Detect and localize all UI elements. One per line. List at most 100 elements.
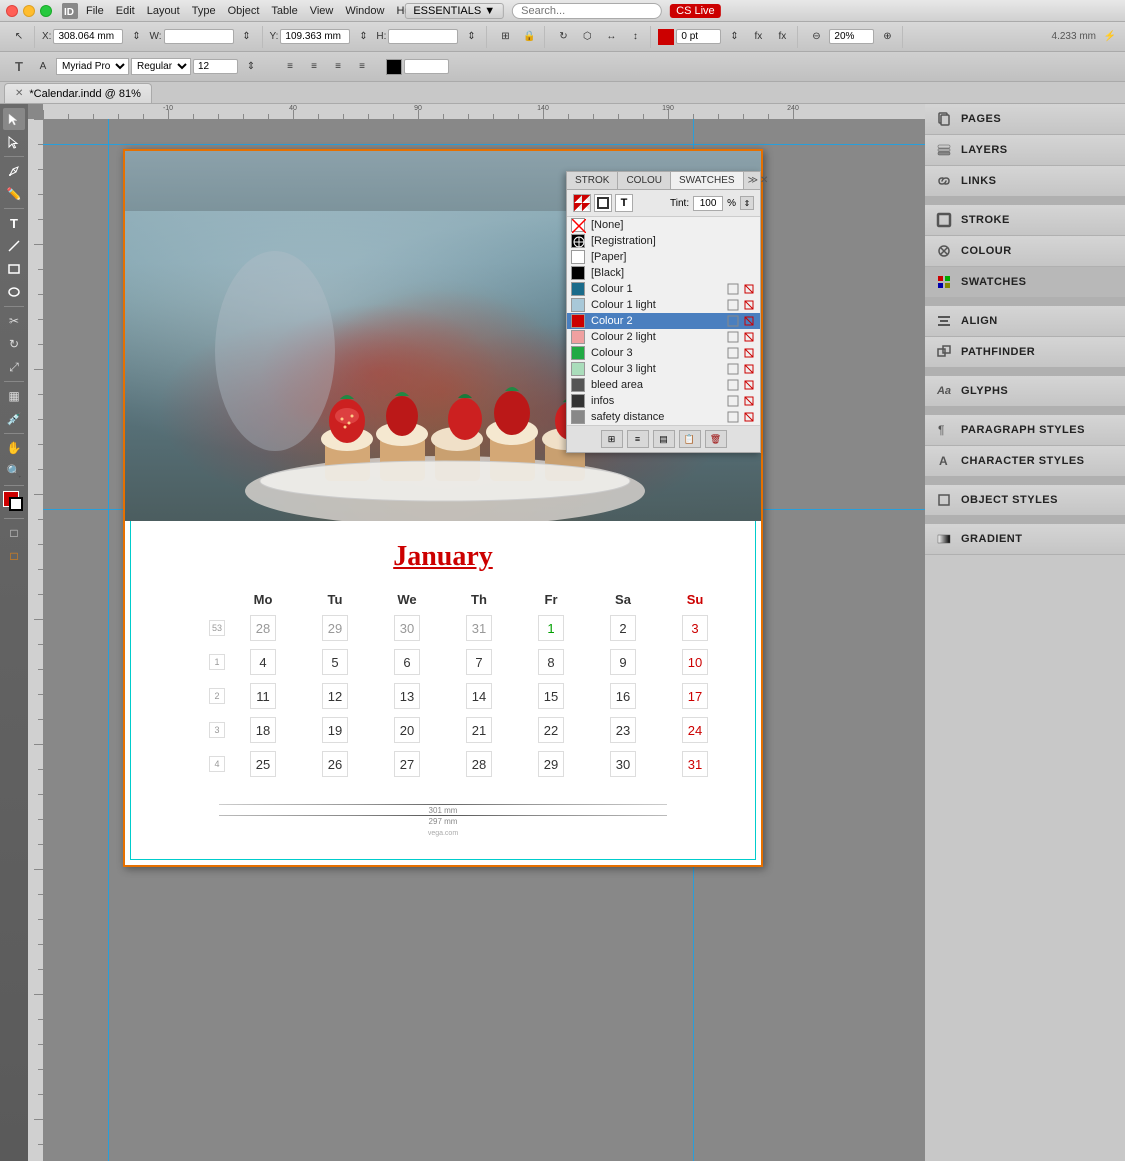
swatch-row[interactable]: Colour 1 light: [567, 297, 760, 313]
swatch-delete-icon[interactable]: [742, 362, 756, 376]
fill-icon[interactable]: [573, 194, 591, 212]
selection-tool[interactable]: [3, 108, 25, 130]
swatch-delete-icon[interactable]: [742, 282, 756, 296]
menu-view[interactable]: View: [310, 5, 334, 17]
swatch-row[interactable]: Colour 2: [567, 313, 760, 329]
maximize-button[interactable]: [40, 5, 52, 17]
stroke-style-btn[interactable]: fx: [747, 26, 769, 48]
stroke-weight-input[interactable]: [676, 29, 721, 44]
flip-v-btn[interactable]: ↕: [624, 26, 646, 48]
rp-stroke[interactable]: STROKE: [925, 205, 1125, 236]
zoom-in-btn[interactable]: ⊕: [876, 26, 898, 48]
stroke-icon[interactable]: [594, 194, 612, 212]
text-color-input[interactable]: [404, 59, 449, 74]
pencil-tool[interactable]: ✏️: [3, 183, 25, 205]
swatch-display-icon-btn[interactable]: ⊞: [601, 430, 623, 448]
menu-table[interactable]: Table: [271, 5, 297, 17]
rp-pathfinder[interactable]: PATHFINDER: [925, 337, 1125, 368]
align-center-btn[interactable]: ≡: [303, 56, 325, 78]
justify-btn[interactable]: ≡: [351, 56, 373, 78]
text-icon[interactable]: T: [615, 194, 633, 212]
rp-align[interactable]: ALIGN: [925, 306, 1125, 337]
scissors-tool[interactable]: ✂: [3, 310, 25, 332]
rp-colour[interactable]: COLOUR: [925, 236, 1125, 267]
hand-tool[interactable]: ✋: [3, 437, 25, 459]
text-btn[interactable]: T: [8, 56, 30, 78]
options-btn[interactable]: ⚡: [1099, 26, 1121, 48]
zoom-tool[interactable]: 🔍: [3, 460, 25, 482]
align-right-btn[interactable]: ≡: [327, 56, 349, 78]
rp-glyphs[interactable]: Aa GLYPHS: [925, 376, 1125, 407]
swatch-row[interactable]: Colour 2 light: [567, 329, 760, 345]
font-select[interactable]: Myriad Pro: [56, 58, 129, 75]
x-input[interactable]: [53, 29, 123, 44]
menu-layout[interactable]: Layout: [147, 5, 180, 17]
rp-paragraph-styles[interactable]: ¶ PARAGRAPH STYLES: [925, 415, 1125, 446]
swatch-row[interactable]: safety distance: [567, 409, 760, 425]
font-size-stepper[interactable]: ⇕: [240, 56, 262, 78]
menu-object[interactable]: Object: [228, 5, 260, 17]
stroke-color[interactable]: [9, 497, 23, 511]
swatch-delete-btn[interactable]: 🗑: [705, 430, 727, 448]
style-select[interactable]: Regular: [131, 58, 191, 75]
stroke-stepper[interactable]: ⇕: [723, 26, 745, 48]
arrow-tool-btn[interactable]: ↖: [8, 26, 30, 48]
rp-character-styles[interactable]: A CHARACTER STYLES: [925, 446, 1125, 477]
swatch-row[interactable]: [Registration]: [567, 233, 760, 249]
tint-stepper[interactable]: ⇕: [740, 196, 754, 210]
swatch-display-list-btn[interactable]: ≡: [627, 430, 649, 448]
swatch-row[interactable]: [None]: [567, 217, 760, 233]
menu-file[interactable]: File: [86, 5, 104, 17]
y-input[interactable]: [280, 29, 350, 44]
zoom-input[interactable]: [829, 29, 874, 44]
rp-gradient[interactable]: GRADIENT: [925, 524, 1125, 555]
swatch-delete-icon[interactable]: [742, 314, 756, 328]
normal-mode-btn[interactable]: □: [3, 522, 25, 544]
eyedropper-tool[interactable]: 💉: [3, 408, 25, 430]
tab-stroke[interactable]: STROK: [567, 172, 618, 189]
rotate-btn[interactable]: ↻: [552, 26, 574, 48]
swatch-delete-icon[interactable]: [742, 378, 756, 392]
h-input[interactable]: [388, 29, 458, 44]
essentials-button[interactable]: ESSENTIALS ▼: [404, 3, 504, 19]
x-stepper[interactable]: ⇕: [125, 26, 147, 48]
ellipse-tool[interactable]: [3, 281, 25, 303]
swatch-delete-icon[interactable]: [742, 394, 756, 408]
swatch-delete-icon[interactable]: [742, 410, 756, 424]
pen-tool[interactable]: [3, 160, 25, 182]
scale-options-btn[interactable]: ⊞: [494, 26, 516, 48]
tint-input[interactable]: [693, 196, 723, 211]
canvas-area[interactable]: -104090140190240: [28, 104, 925, 1161]
flip-h-btn[interactable]: ↔: [600, 26, 622, 48]
swatch-row[interactable]: Colour 3 light: [567, 361, 760, 377]
fx-btn[interactable]: fx: [771, 26, 793, 48]
shear-btn[interactable]: ⬡: [576, 26, 598, 48]
swatch-row[interactable]: Colour 1: [567, 281, 760, 297]
rp-layers[interactable]: LAYERS: [925, 135, 1125, 166]
line-tool[interactable]: [3, 235, 25, 257]
swatch-delete-icon[interactable]: [742, 346, 756, 360]
menu-edit[interactable]: Edit: [116, 5, 135, 17]
font-size-input[interactable]: [193, 59, 238, 74]
rp-swatches[interactable]: SWATCHES: [925, 267, 1125, 298]
gradient-tool[interactable]: ▦: [3, 385, 25, 407]
menu-window[interactable]: Window: [345, 5, 384, 17]
document-tab[interactable]: ✕ *Calendar.indd @ 81%: [4, 83, 152, 103]
y-stepper[interactable]: ⇕: [352, 26, 374, 48]
tab-swatches[interactable]: SWATCHES: [671, 172, 744, 189]
swatch-display-small-btn[interactable]: ▤: [653, 430, 675, 448]
lock-btn[interactable]: 🔒: [518, 26, 540, 48]
scale-tool[interactable]: ⤢: [3, 356, 25, 378]
char-style-btn[interactable]: A: [32, 56, 54, 78]
swatch-delete-icon[interactable]: [742, 298, 756, 312]
panel-more-btn[interactable]: ≫ ✕: [744, 172, 773, 189]
close-button[interactable]: [6, 5, 18, 17]
direct-selection-tool[interactable]: [3, 131, 25, 153]
h-stepper[interactable]: ⇕: [460, 26, 482, 48]
rectangle-tool[interactable]: [3, 258, 25, 280]
rp-links[interactable]: LINKS: [925, 166, 1125, 197]
w-stepper[interactable]: ⇕: [236, 26, 258, 48]
swatch-delete-icon[interactable]: [742, 330, 756, 344]
minimize-button[interactable]: [23, 5, 35, 17]
tab-colour[interactable]: COLOU: [618, 172, 671, 189]
